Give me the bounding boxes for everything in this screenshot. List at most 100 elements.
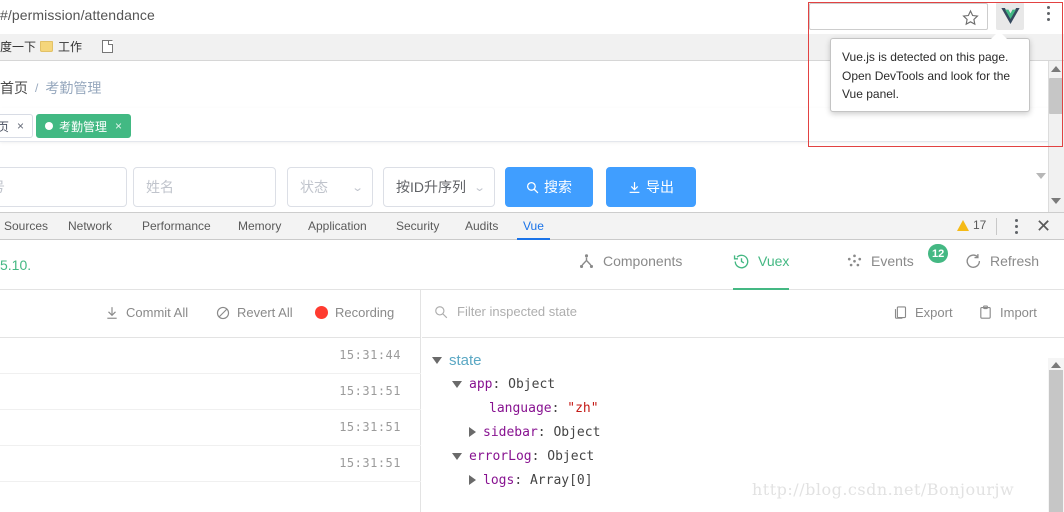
chevron-down-icon[interactable] <box>452 452 462 460</box>
breadcrumb-home[interactable]: 首页 <box>0 78 28 98</box>
tree-node-value: "zh" <box>567 400 599 416</box>
chevron-right-icon[interactable] <box>469 475 476 485</box>
vue-extension-button[interactable] <box>996 2 1024 30</box>
vuex-state-tree: state app : Object language : "zh" sideb… <box>432 348 600 492</box>
export-state-button[interactable]: Export <box>893 305 953 320</box>
tree-node-state[interactable]: state <box>432 348 600 372</box>
list-item[interactable]: 15:31:44 <box>0 338 421 374</box>
vue-tab-label: Refresh <box>990 253 1040 269</box>
devtools-close-icon[interactable]: ✕ <box>1036 217 1051 235</box>
vue-devtools-version: 5.10. <box>0 257 32 273</box>
vuex-history-toolbar: Commit All Revert All Recording <box>0 290 420 338</box>
breadcrumb: 首页 / 考勤管理 <box>0 78 101 98</box>
scroll-up-arrow-icon[interactable] <box>1051 66 1061 72</box>
chevron-down-icon[interactable] <box>432 356 442 364</box>
export-icon <box>893 305 908 320</box>
revert-all-label: Revert All <box>237 305 293 320</box>
page-tab-label: 页 <box>0 119 10 134</box>
devtools-tab-performance[interactable]: Performance <box>142 213 211 240</box>
page-tab-label: 考勤管理 <box>59 119 108 134</box>
toolbar-divider <box>996 218 997 235</box>
search-button[interactable]: 搜索 <box>505 167 593 207</box>
tree-node-value: Object <box>508 376 556 392</box>
export-button-label: 导出 <box>646 179 674 195</box>
tree-node-sidebar[interactable]: sidebar : Object <box>469 420 600 444</box>
import-state-button[interactable]: Import <box>978 305 1037 320</box>
devtools-tab-application[interactable]: Application <box>308 213 367 240</box>
devtools-tabbar: Sources Network Performance Memory Appli… <box>0 212 1064 240</box>
url-text: #/permission/attendance <box>0 7 155 23</box>
devtools-tab-network[interactable]: Network <box>68 213 112 240</box>
devtools-tab-memory[interactable]: Memory <box>238 213 281 240</box>
list-item[interactable]: 15:31:51 <box>0 410 421 446</box>
document-icon <box>102 40 113 53</box>
address-bar[interactable] <box>809 3 988 30</box>
vue-tab-refresh[interactable]: Refresh <box>965 253 1039 290</box>
refresh-icon <box>965 253 982 270</box>
devtools-menu-icon[interactable] <box>1008 219 1024 237</box>
sort-select[interactable]: 按ID升序列 ⌄ <box>383 167 495 207</box>
devtools-tab-vue[interactable]: Vue <box>517 213 550 240</box>
export-button[interactable]: 导出 <box>606 167 696 207</box>
sort-value: 按ID升序列 <box>396 179 466 195</box>
tree-node-errorlog[interactable]: errorLog : Object <box>452 444 600 468</box>
devtools-tab-security[interactable]: Security <box>396 213 439 240</box>
browser-menu-icon[interactable] <box>1040 6 1056 28</box>
page-tabs-bar: 页 × 考勤管理 × <box>0 108 1064 142</box>
export-state-label: Export <box>915 305 953 320</box>
bookmark-label: 度一下 <box>0 40 37 54</box>
scroll-up-arrow-icon[interactable] <box>1051 362 1061 368</box>
employee-id-input[interactable]: 工号 <box>0 167 127 207</box>
revert-all-button[interactable]: Revert All <box>216 305 293 320</box>
chevron-down-icon: ⌄ <box>473 181 486 194</box>
page-tab-home[interactable]: 页 × <box>0 114 34 138</box>
devtools-scrollbar-thumb[interactable] <box>1049 370 1063 512</box>
chevron-down-icon[interactable] <box>452 380 462 388</box>
vuex-history-list: 15:31:44 15:31:51 15:31:51 15:31:51 <box>0 338 421 482</box>
page-tab-attendance[interactable]: 考勤管理 × <box>36 114 132 138</box>
bookmark-item-2[interactable] <box>102 40 113 53</box>
vue-popup-line1: Vue.js is detected on this page. <box>842 50 1009 64</box>
vue-tab-label: Events <box>871 253 914 269</box>
filter-toolbar: 工号 姓名 状态 ⌄ 按ID升序列 ⌄ 搜索 <box>0 161 1064 211</box>
events-dots-icon <box>846 253 863 270</box>
name-placeholder: 姓名 <box>146 179 174 195</box>
chevron-right-icon[interactable] <box>469 427 476 437</box>
vuex-state-toolbar: Filter inspected state Export Import <box>422 290 1064 338</box>
page-scrollbar-thumb[interactable] <box>1049 78 1063 114</box>
scroll-down-arrow-icon[interactable] <box>1051 198 1061 204</box>
tree-node-key: errorLog <box>469 448 532 464</box>
vue-tab-components[interactable]: Components <box>578 253 682 290</box>
vue-tab-events[interactable]: Events 12 <box>846 244 949 290</box>
devtools-tab-sources[interactable]: Sources <box>4 213 48 240</box>
vue-devtools-panel: 5.10. Components Vuex Events 12 Refresh … <box>0 240 1064 512</box>
devtools-warning-counter[interactable]: 17 <box>957 218 986 232</box>
close-icon[interactable]: × <box>115 119 122 133</box>
history-timestamp: 15:31:51 <box>339 384 401 398</box>
status-placeholder: 状态 <box>300 179 328 195</box>
list-item[interactable]: 15:31:51 <box>0 374 421 410</box>
tree-node-language[interactable]: language : "zh" <box>489 396 600 420</box>
tree-node-logs[interactable]: logs : Array[0] <box>469 468 600 492</box>
inner-dropdown-caret-icon <box>1036 173 1046 179</box>
warning-count: 17 <box>973 218 987 232</box>
name-input[interactable]: 姓名 <box>133 167 276 207</box>
employee-id-placeholder: 工号 <box>0 177 5 197</box>
list-item[interactable]: 15:31:51 <box>0 446 421 482</box>
tree-root-label: state <box>449 351 482 369</box>
filter-state-input[interactable]: Filter inspected state <box>434 304 577 319</box>
tree-node-value: Object <box>553 424 601 440</box>
vue-tab-vuex[interactable]: Vuex <box>733 253 790 291</box>
bookmark-item-1[interactable]: 工作 <box>40 38 82 55</box>
tree-node-app[interactable]: app : Object <box>452 372 600 396</box>
star-icon[interactable] <box>962 9 979 26</box>
tree-node-key: sidebar <box>483 424 538 440</box>
events-badge: 12 <box>928 244 949 263</box>
close-icon[interactable]: × <box>17 119 24 133</box>
bookmark-item-0[interactable]: 度一下 <box>0 38 36 55</box>
status-select[interactable]: 状态 ⌄ <box>287 167 373 207</box>
devtools-tab-audits[interactable]: Audits <box>465 213 498 240</box>
record-dot-icon <box>315 306 328 319</box>
commit-all-button[interactable]: Commit All <box>105 305 188 320</box>
recording-toggle[interactable]: Recording <box>315 305 394 320</box>
